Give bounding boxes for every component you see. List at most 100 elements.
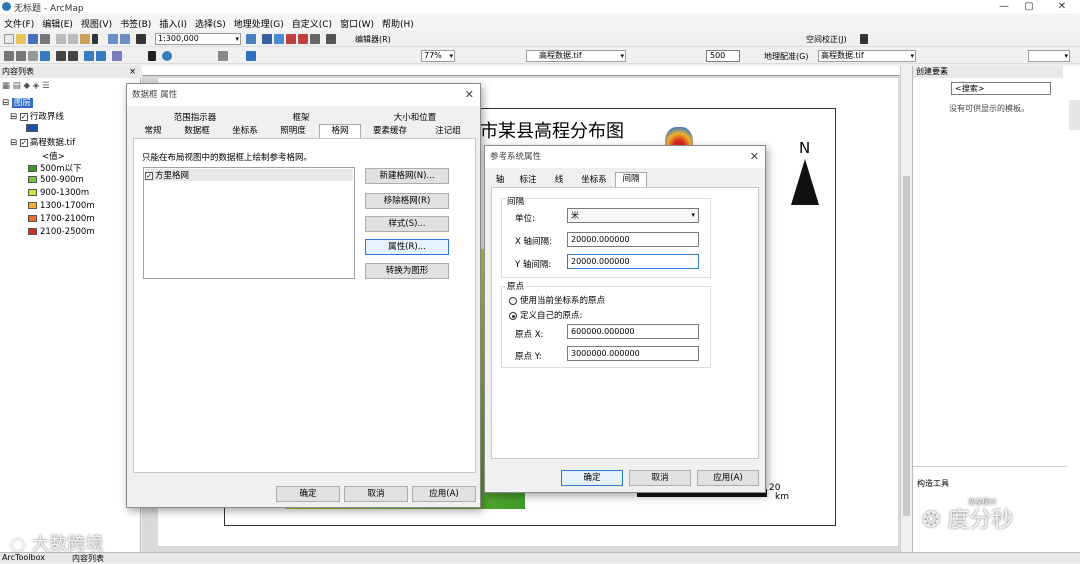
tab-extent-indicators[interactable]: 范围指示器	[141, 112, 249, 125]
menu-selection[interactable]: 选择(S)	[191, 15, 230, 32]
identify-icon[interactable]	[162, 51, 172, 61]
custom-origin-radio[interactable]	[509, 311, 517, 320]
swipe-layer-combo[interactable]: 高程数据.tif	[526, 50, 626, 62]
toc-window-icon[interactable]	[274, 34, 284, 44]
python-icon[interactable]	[326, 34, 336, 44]
fixed-zoom-in-icon[interactable]	[56, 51, 66, 61]
toc-layer-elevation[interactable]: ⊟ ✓ 高程数据.tif	[10, 136, 75, 148]
tab-grids[interactable]: 格网	[319, 124, 361, 139]
zoom-out-icon[interactable]	[16, 51, 26, 61]
origin-y-field[interactable]: 3000000.000000	[567, 346, 699, 361]
legend-class-4[interactable]: 1700-2100m	[28, 214, 95, 224]
search-window-icon[interactable]	[298, 34, 308, 44]
value-500-field[interactable]: 500	[706, 50, 740, 62]
toc-layer-boundary[interactable]: ⊟ ✓ 行政界线	[10, 110, 64, 122]
minimize-button[interactable]: —	[992, 0, 1016, 14]
new-grid-button[interactable]: 新建格网(N)...	[365, 168, 449, 184]
north-arrow-icon[interactable]	[791, 159, 819, 205]
grid-item-checkbox[interactable]: ✓	[145, 171, 153, 180]
zoom-in-icon[interactable]	[4, 51, 14, 61]
x-interval-field[interactable]: 20000.000000	[567, 232, 699, 247]
georef-layer-combo[interactable]: 高程数据.tif	[818, 50, 916, 62]
tab-size-position[interactable]: 大小和位置	[353, 112, 477, 125]
maximize-button[interactable]: ▢	[1017, 0, 1041, 14]
new-document-icon[interactable]	[4, 34, 14, 44]
panel-divider[interactable]	[913, 466, 1067, 474]
catalog-window-icon[interactable]	[286, 34, 296, 44]
origin-x-field[interactable]: 600000.000000	[567, 324, 699, 339]
tab-coord-system[interactable]: 坐标系	[573, 174, 615, 187]
tab-general[interactable]: 常规	[133, 125, 173, 138]
ref-dialog-close-icon[interactable]: ✕	[750, 146, 759, 168]
legend-class-0[interactable]: 500m以下	[28, 162, 82, 174]
layers-label[interactable]: 图层	[11, 98, 33, 108]
tab-labels[interactable]: 标注	[511, 174, 545, 187]
menu-help[interactable]: 帮助(H)	[378, 15, 418, 32]
copy-icon[interactable]	[68, 34, 78, 44]
layout-view-icon[interactable]	[246, 34, 256, 44]
select-cursor-icon[interactable]	[148, 51, 156, 61]
boundary-symbol-icon[interactable]	[26, 123, 38, 132]
toolbar-extra-combo[interactable]	[1028, 50, 1070, 62]
tab-illumination[interactable]: 照明度	[269, 125, 317, 138]
template-search-field[interactable]: <搜索>	[951, 82, 1051, 95]
hyperlink-icon[interactable]	[246, 51, 256, 61]
find-icon[interactable]	[218, 51, 228, 61]
menu-view[interactable]: 视图(V)	[77, 15, 116, 32]
save-icon[interactable]	[28, 34, 38, 44]
menu-customize[interactable]: 自定义(C)	[288, 15, 336, 32]
convert-to-graphics-button[interactable]: 转换为图形	[365, 263, 449, 279]
menu-bookmarks[interactable]: 书签(B)	[116, 15, 155, 32]
layout-zoom-combo[interactable]: 77%	[421, 50, 455, 62]
map-scale-combo[interactable]: 1:300,000	[155, 33, 241, 45]
map-title[interactable]: 市某县高程分布图	[480, 117, 624, 143]
editor-menu[interactable]: 编辑器(R)	[355, 34, 391, 45]
ref-cancel-button[interactable]: 取消	[629, 470, 691, 486]
full-extent-icon[interactable]	[40, 51, 50, 61]
ok-button[interactable]: 确定	[276, 486, 340, 502]
legend-class-5[interactable]: 2100-2500m	[28, 227, 95, 237]
georeferencing-menu[interactable]: 地理配准(G)	[764, 51, 808, 62]
print-icon[interactable]	[40, 34, 50, 44]
arctoolbox-icon[interactable]	[310, 34, 320, 44]
spatial-adjust-menu[interactable]: 空间校正(J)	[806, 34, 847, 45]
y-interval-field[interactable]: 20000.000000	[567, 254, 699, 269]
undo-icon[interactable]	[108, 34, 118, 44]
fixed-zoom-out-icon[interactable]	[68, 51, 78, 61]
tab-lines[interactable]: 线	[545, 174, 573, 187]
redo-icon[interactable]	[120, 34, 130, 44]
select-elements-icon[interactable]	[860, 34, 868, 44]
apply-button[interactable]: 应用(A)	[412, 486, 476, 502]
ref-apply-button[interactable]: 应用(A)	[697, 470, 759, 486]
open-folder-icon[interactable]	[16, 34, 26, 44]
legend-class-1[interactable]: 500-900m	[28, 175, 84, 185]
menu-edit[interactable]: 编辑(E)	[38, 15, 77, 32]
vertical-scrollbar[interactable]	[900, 66, 912, 552]
boundary-visibility-checkbox[interactable]: ✓	[19, 112, 28, 121]
menu-file[interactable]: 文件(F)	[0, 15, 38, 32]
unit-select[interactable]: 米 ▾	[567, 208, 699, 223]
custom-origin-option[interactable]: 定义自己的原点:	[509, 309, 582, 321]
menu-windows[interactable]: 窗口(W)	[336, 15, 378, 32]
toc-close-icon[interactable]: ×	[129, 67, 136, 77]
boundary-symbol[interactable]	[26, 123, 41, 133]
tab-intervals[interactable]: 间隔	[615, 172, 647, 188]
add-data-icon[interactable]	[136, 34, 146, 44]
cancel-button[interactable]: 取消	[344, 486, 408, 502]
vertical-scroll-thumb[interactable]	[903, 176, 910, 516]
grid-properties-button[interactable]: 属性(R)...	[365, 239, 449, 255]
editor-toolbar-icon[interactable]	[262, 34, 272, 44]
tab-axes[interactable]: 轴	[489, 174, 511, 187]
menu-geoprocessing[interactable]: 地理处理(G)	[230, 15, 288, 32]
tab-feature-cache[interactable]: 要素缓存	[361, 125, 419, 138]
pan-icon[interactable]	[28, 51, 38, 61]
legend-class-2[interactable]: 900-1300m	[28, 188, 89, 198]
tab-data-frame[interactable]: 数据框	[173, 125, 221, 138]
ref-ok-button[interactable]: 确定	[561, 470, 623, 486]
elevation-visibility-checkbox[interactable]: ✓	[19, 138, 28, 147]
grid-list[interactable]: ✓ 方里格网	[143, 167, 355, 279]
menu-insert[interactable]: 插入(I)	[155, 15, 191, 32]
select-features-icon[interactable]	[112, 51, 122, 61]
current-origin-radio[interactable]	[509, 296, 517, 305]
tab-coordinate-system[interactable]: 坐标系	[221, 125, 269, 138]
